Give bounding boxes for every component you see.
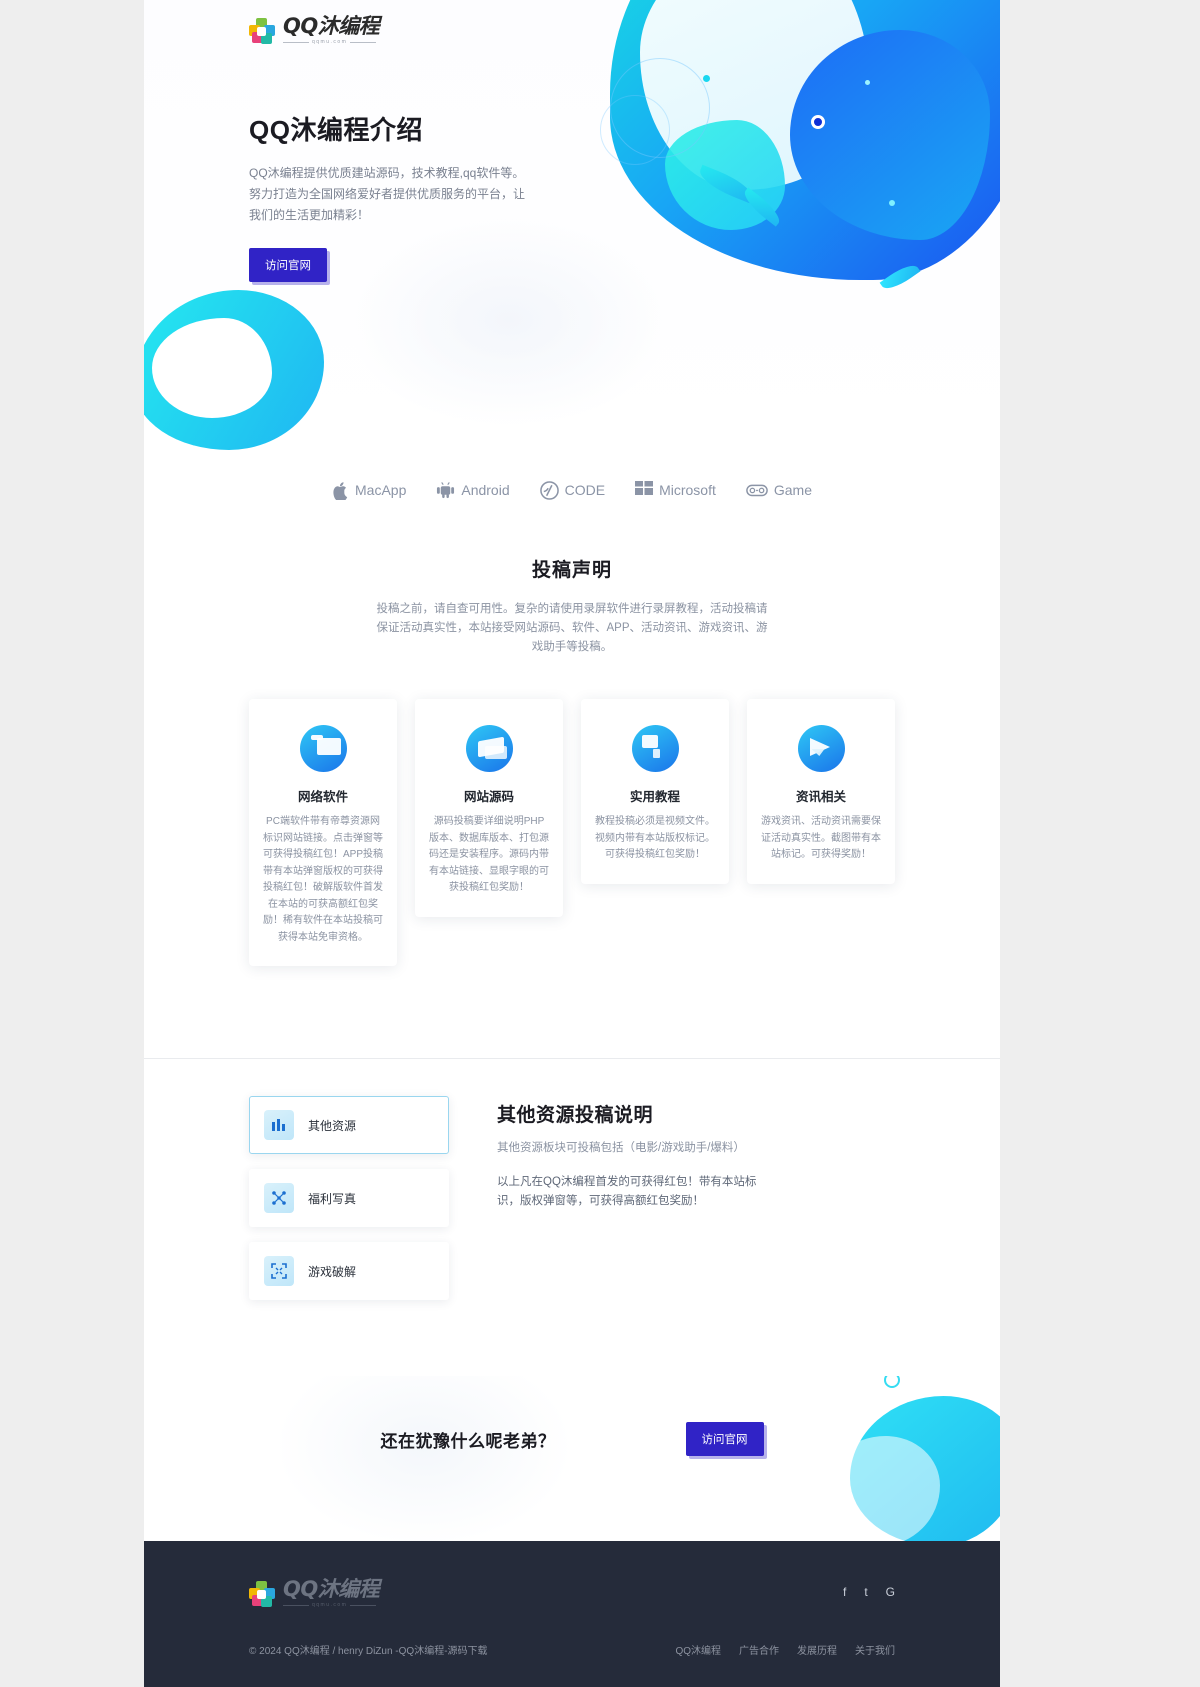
tab-label: 其他资源 (308, 1118, 357, 1133)
card-title: 资讯相关 (795, 790, 846, 804)
footer-nav-links: QQ沐编程 广告合作 发展历程 关于我们 (675, 1642, 895, 1657)
paper-plane-icon (797, 725, 845, 772)
declaration-paragraph: 投稿之前，请自查可用性。复杂的请使用录屏软件进行录屏教程，活动投稿请保证活动真实… (376, 603, 768, 653)
footer-logo-name: QQ沐编程 (283, 1577, 380, 1601)
card-item[interactable]: 网络软件 PC端软件带有帝尊资源网标识网站链接。点击弹窗等可获得投稿红包！APP… (249, 699, 397, 966)
colored-cube-logo-icon (249, 17, 275, 44)
code-slash-icon (539, 480, 559, 500)
footer-link-history[interactable]: 发展历程 (797, 1642, 837, 1657)
hero-section: QQ沐编程 qqmu.com QQ沐编程介绍 QQ沐编程提供优质建站源码，技术教… (144, 0, 1000, 455)
social-links: f t G (843, 1579, 895, 1599)
footer-logo[interactable]: QQ沐编程 qqmu.com (249, 1577, 380, 1608)
tab-panel-body: 以上凡在QQ沐编程首发的可获得红包！带有本站标识，版权弹窗等，可获得高额红包奖励… (497, 1176, 757, 1207)
card-item[interactable]: 实用教程 教程投稿必须是视频文件。视频内带有本站版权标记。可获得投稿红包奖励！ (581, 699, 729, 884)
declaration-section: 投稿声明 投稿之前，请自查可用性。复杂的请使用录屏软件进行录屏教程，活动投稿请保… (144, 513, 1000, 657)
platform-badges: MacApp Android CODE Microsoft Game (144, 455, 1000, 513)
card-description: 教程投稿必须是视频文件。视频内带有本站版权标记。可获得投稿红包奖励！ (595, 816, 715, 860)
visit-official-site-button[interactable]: 访问官网 (249, 248, 327, 282)
google-icon[interactable]: G (886, 1585, 895, 1599)
platform-label: CODE (564, 482, 606, 498)
site-footer: QQ沐编程 qqmu.com f t G © 2024 QQ沐编程 / henr… (144, 1541, 1000, 1687)
folder-disc-icon (299, 725, 347, 772)
hero-copy: QQ沐编程介绍 QQ沐编程提供优质建站源码，技术教程,qq软件等。努力打造为全国… (249, 110, 529, 282)
hero-description: QQ沐编程提供优质建站源码，技术教程,qq软件等。努力打造为全国网络爱好者提供优… (249, 166, 526, 222)
tab-other-resources[interactable]: 其他资源 (249, 1096, 449, 1154)
site-logo[interactable]: QQ沐编程 qqmu.com (249, 14, 380, 45)
card-description: PC端软件带有帝尊资源网标识网站链接。点击弹窗等可获得投稿红包！APP投稿带有本… (263, 816, 384, 943)
platform-macapp[interactable]: MacApp (332, 481, 406, 500)
footer-top: QQ沐编程 qqmu.com f t G (249, 1579, 895, 1608)
tab-label: 游戏破解 (308, 1264, 357, 1279)
facebook-icon[interactable]: f (843, 1585, 846, 1599)
platform-microsoft[interactable]: Microsoft (635, 481, 716, 499)
dot-cyan-small (889, 200, 895, 206)
cta-ring-outline (884, 1376, 900, 1388)
tab-welfare-photos[interactable]: 福利写真 (249, 1169, 449, 1227)
platform-label: Android (461, 482, 510, 498)
tab-label: 福利写真 (308, 1191, 357, 1206)
platform-game[interactable]: Game (746, 482, 812, 498)
platform-label: Microsoft (659, 482, 716, 498)
bar-chart-icon (264, 1110, 294, 1140)
twitter-icon[interactable]: t (864, 1585, 867, 1599)
cta-content: 还在犹豫什么呢老弟？ 访问官网 (144, 1422, 1000, 1456)
tab-panel-title: 其他资源投稿说明 (497, 1105, 654, 1126)
card-item[interactable]: 网站源码 源码投稿要详细说明PHP版本、数据库版本、打包源码还是安装程序。源码内… (415, 699, 563, 917)
page-canvas: QQ沐编程 qqmu.com QQ沐编程介绍 QQ沐编程提供优质建站源码，技术教… (144, 0, 1000, 1687)
page-title: QQ沐编程介绍 (249, 115, 423, 145)
card-description: 源码投稿要详细说明PHP版本、数据库版本、打包源码还是安装程序。源码内带有本站链… (429, 816, 549, 893)
footer-link-site[interactable]: QQ沐编程 (675, 1642, 721, 1657)
copyright-text: © 2024 QQ沐编程 / henry DiZun -QQ沐编程-源码下载 (249, 1646, 488, 1657)
card-title: 实用教程 (629, 790, 680, 804)
submission-tabs-section: 其他资源 福利写真 游戏破解 其他资源投稿说明 其他资源板块可投稿包括（电影/游… (144, 1058, 1000, 1300)
platform-code[interactable]: CODE (539, 480, 606, 500)
footer-logo-text: QQ沐编程 qqmu.com (283, 1577, 380, 1608)
card-description: 游戏资讯、活动资讯需要保证活动真实性。截图带有本站标记。可获得奖励！ (761, 816, 881, 860)
moon-book-icon (631, 725, 679, 772)
tab-list: 其他资源 福利写真 游戏破解 (249, 1094, 449, 1300)
card-title: 网络软件 (297, 790, 348, 804)
android-icon (436, 481, 455, 499)
dot-cyan (703, 75, 710, 82)
colored-cube-logo-icon (249, 1580, 275, 1607)
cta-wash (274, 1376, 574, 1541)
footer-link-advertise[interactable]: 广告合作 (739, 1642, 779, 1657)
expand-frame-icon (264, 1256, 294, 1286)
logo-subtitle: qqmu.com (283, 40, 379, 45)
card-item[interactable]: 资讯相关 游戏资讯、活动资讯需要保证活动真实性。截图带有本站标记。可获得奖励！ (747, 699, 895, 884)
cta-visit-button[interactable]: 访问官网 (685, 1422, 764, 1456)
section-title-declaration: 投稿声明 (531, 560, 612, 581)
dot-light (865, 80, 870, 85)
logo-name: QQ沐编程 (283, 14, 380, 38)
footer-logo-subtitle: qqmu.com (283, 1603, 379, 1608)
footer-link-about[interactable]: 关于我们 (855, 1642, 895, 1657)
platform-label: MacApp (355, 482, 407, 498)
footer-bottom: © 2024 QQ沐编程 / henry DiZun -QQ沐编程-源码下载 Q… (249, 1642, 895, 1657)
platform-android[interactable]: Android (436, 481, 510, 499)
tab-panel: 其他资源投稿说明 其他资源板块可投稿包括（电影/游戏助手/爆料） 以上凡在QQ沐… (497, 1094, 895, 1300)
platform-label: Game (773, 482, 812, 498)
folder-send-icon (465, 725, 513, 772)
apple-icon (332, 481, 349, 500)
category-cards: 网络软件 PC端软件带有帝尊资源网标识网站链接。点击弹窗等可获得投稿红包！APP… (144, 657, 1000, 966)
dot-accent-ring (811, 115, 825, 129)
windows-grid-icon (635, 481, 654, 499)
gamepad-icon (746, 482, 768, 498)
cta-section: 还在犹豫什么呢老弟？ 访问官网 (144, 1376, 1000, 1541)
ring-outline-small (600, 95, 670, 165)
shuffle-dots-icon (264, 1183, 294, 1213)
tab-game-cracks[interactable]: 游戏破解 (249, 1242, 449, 1300)
tab-panel-subtitle: 其他资源板块可投稿包括（电影/游戏助手/爆料） (497, 1142, 745, 1154)
logo-text: QQ沐编程 qqmu.com (283, 14, 380, 45)
card-title: 网站源码 (463, 790, 514, 804)
cta-title: 还在犹豫什么呢老弟？ (380, 1431, 556, 1451)
